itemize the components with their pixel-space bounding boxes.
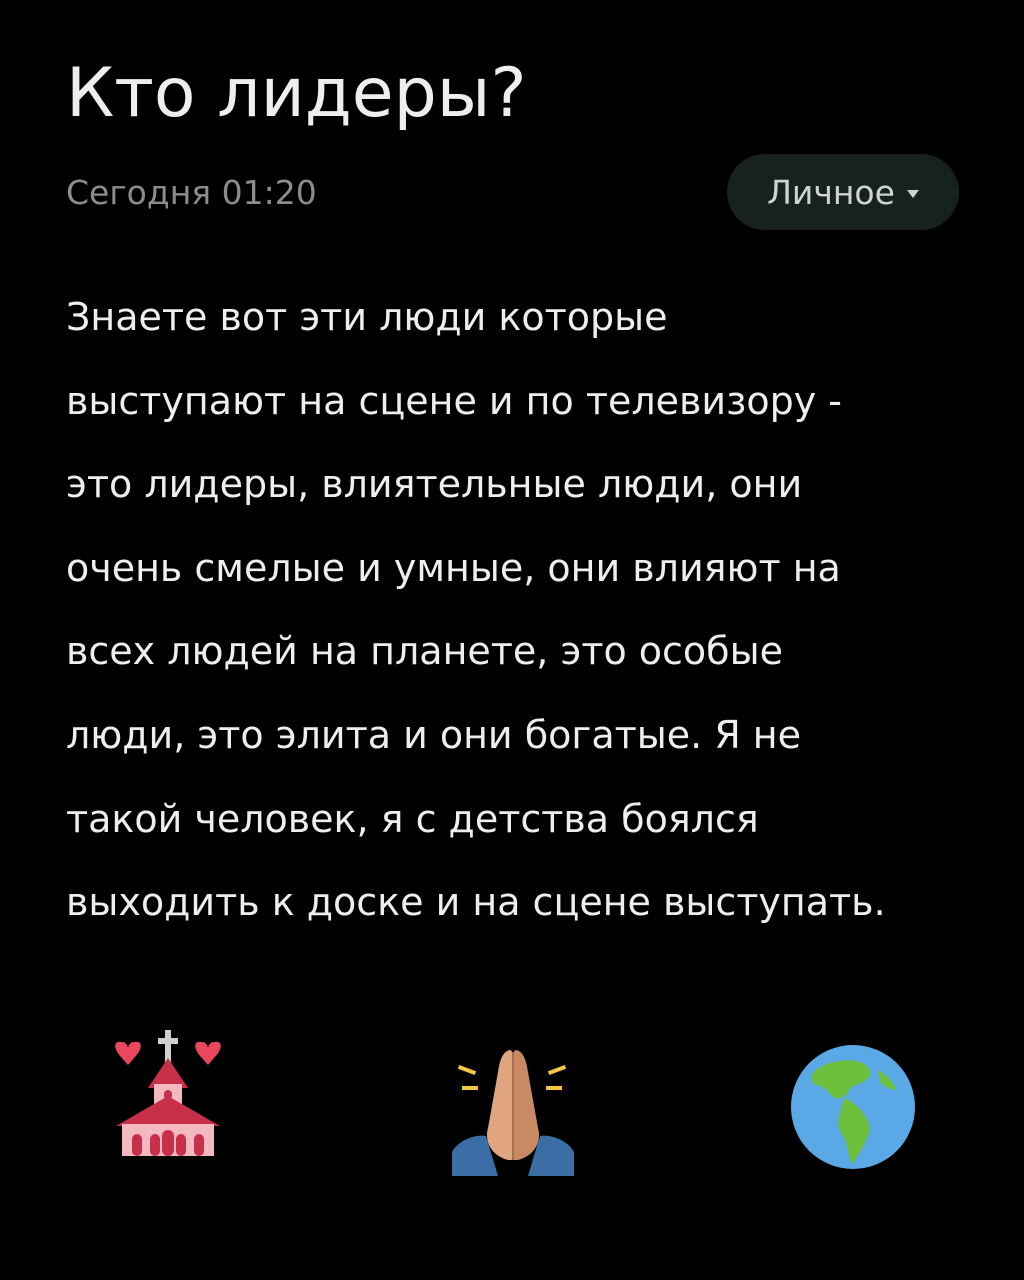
body-line: всех людей на планете, это особые <box>66 629 783 674</box>
note-timestamp: Сегодня 01:20 <box>66 173 317 212</box>
folded-hands-icon <box>452 1050 574 1176</box>
category-dropdown[interactable]: Личное <box>727 154 959 230</box>
body-line: люди, это элита и они богатые. Я не <box>66 712 802 757</box>
note-view: Кто лидеры? Сегодня 01:20 Личное Знаете … <box>0 0 1024 1280</box>
category-label: Личное <box>767 172 895 212</box>
body-line: выходить к доске и на сцене выступать. <box>66 880 886 925</box>
body-line: очень смелые и умные, они влияют на <box>66 545 841 590</box>
caret-down-icon <box>906 190 919 198</box>
globe-americas-icon <box>791 1045 915 1169</box>
emoji-row <box>0 1010 1024 1190</box>
note-body[interactable]: Знаете вот эти люди которые выступают на… <box>66 276 966 945</box>
body-line: это лидеры, влиятельные люди, они <box>66 462 803 507</box>
body-line: Знаете вот эти люди которые <box>66 295 668 339</box>
body-line: такой человек, я с детства боялся <box>66 796 759 841</box>
note-title[interactable]: Кто лидеры? <box>66 46 527 142</box>
wedding-church-icon <box>115 1030 221 1156</box>
body-line: выступают на сцене и по телевизору - <box>66 378 842 423</box>
